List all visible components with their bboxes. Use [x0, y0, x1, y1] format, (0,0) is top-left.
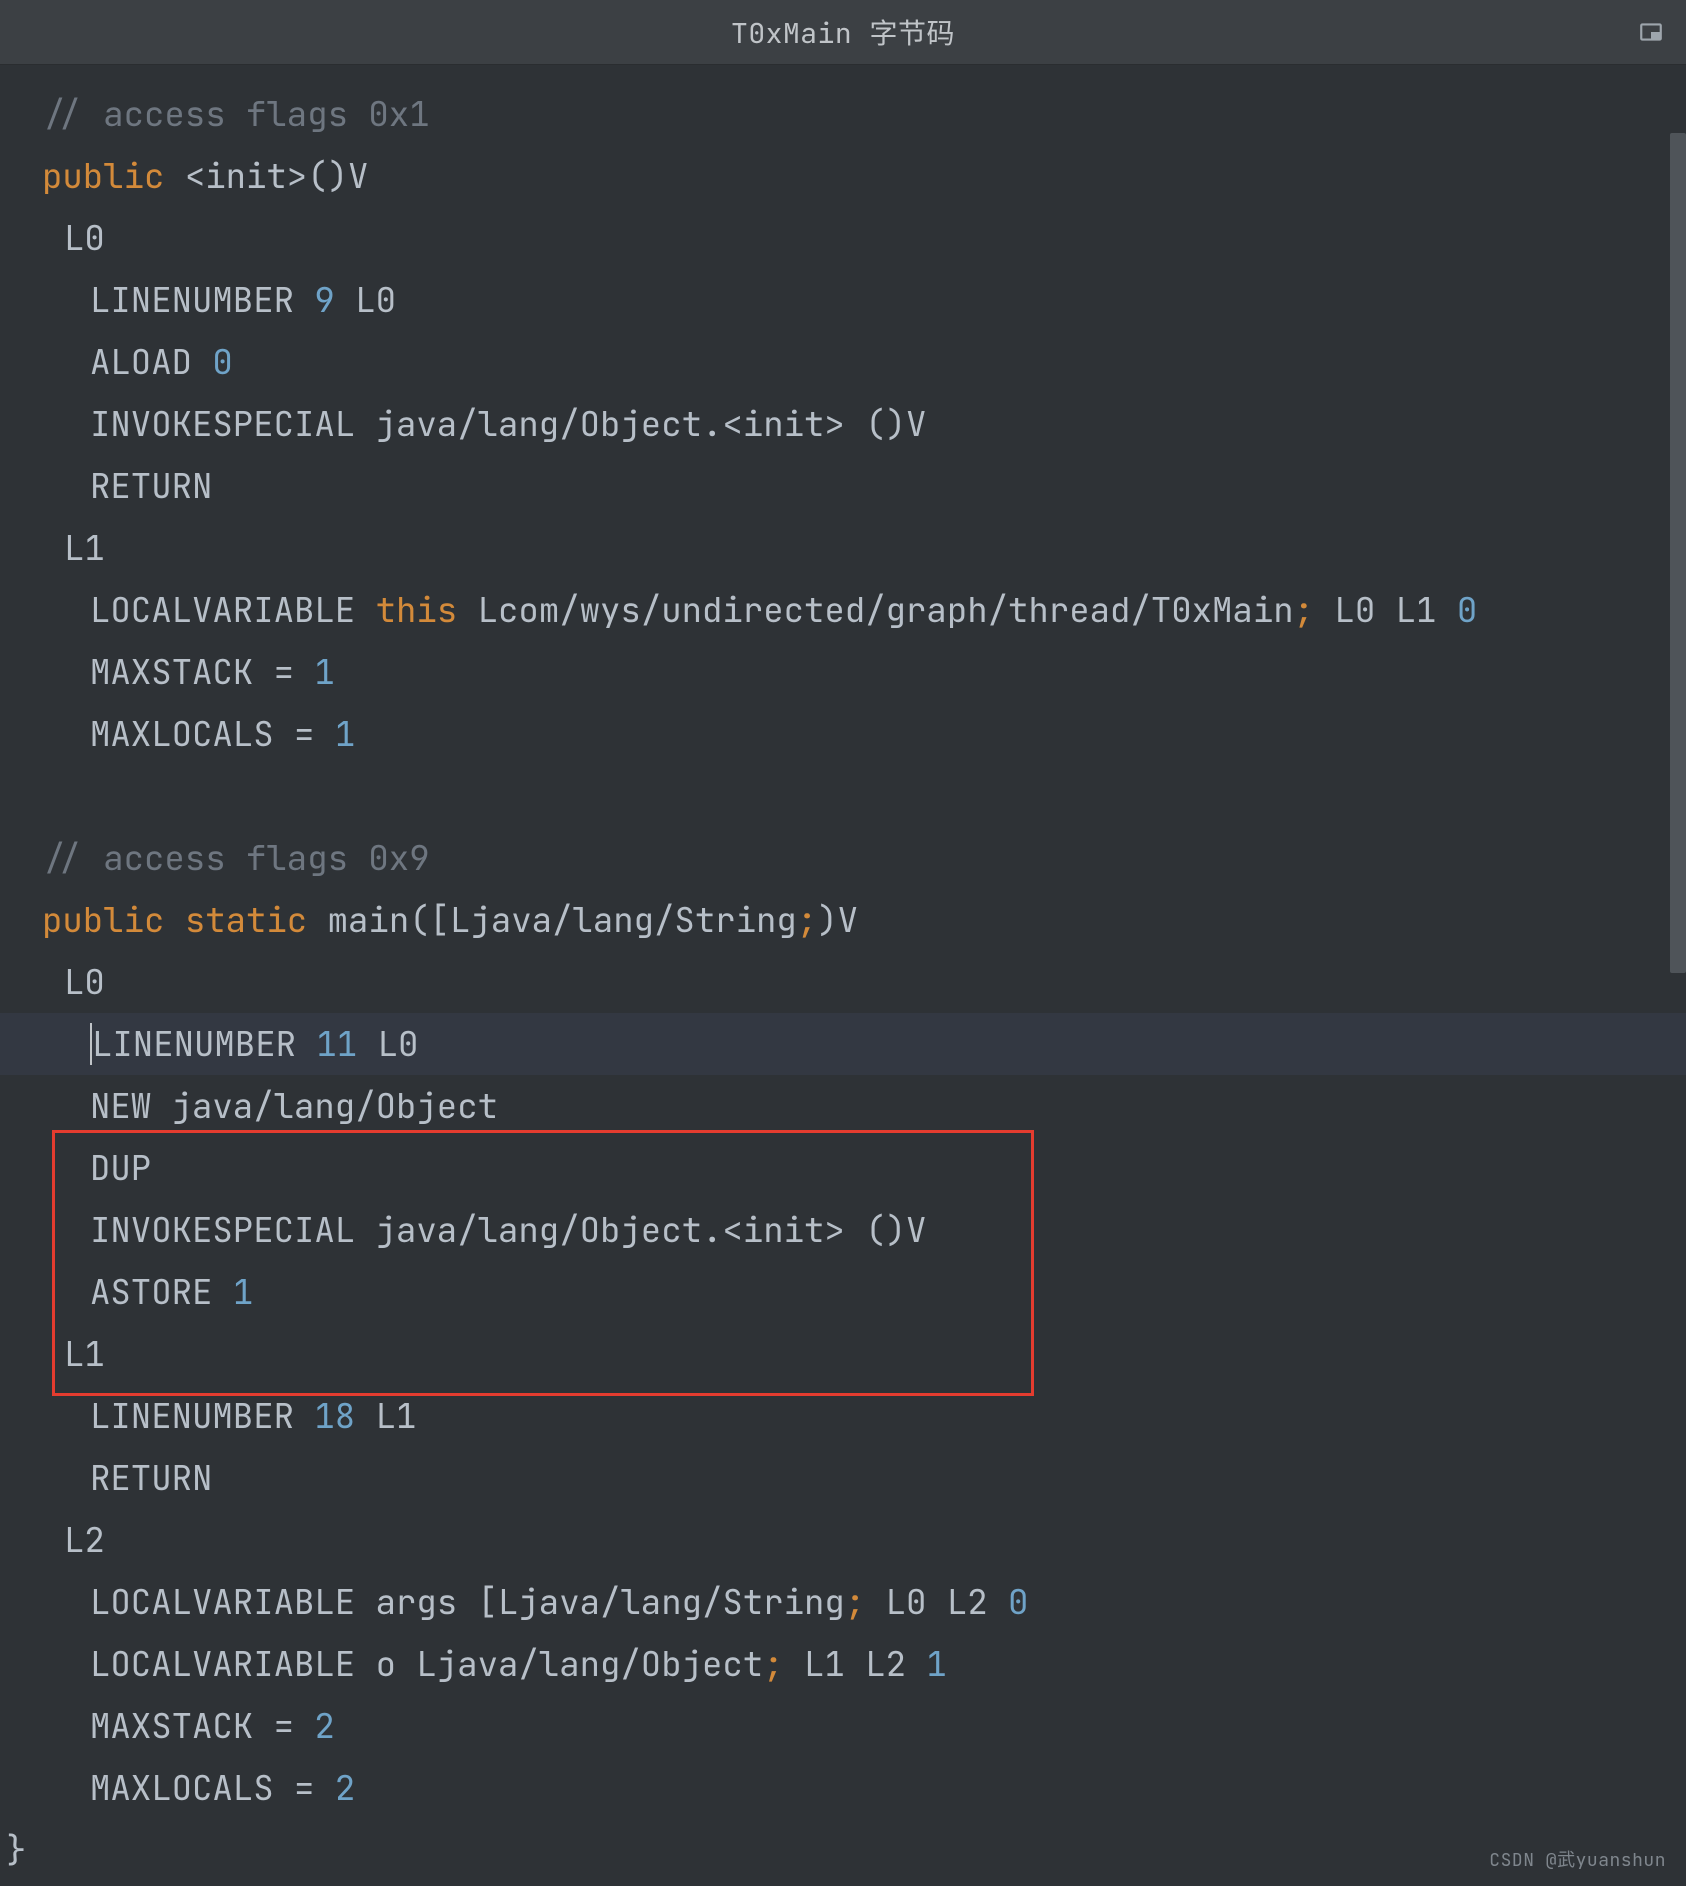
code-text: main([Ljava/lang/String	[328, 898, 797, 943]
code-line: LOCALVARIABLE this Lcom/wys/undirected/g…	[0, 579, 1686, 641]
code-line: RETURN	[0, 455, 1686, 517]
code-text: LINENUMBER	[92, 1022, 316, 1067]
code-editor[interactable]: // access flags 0x1 public <init>()V L0 …	[0, 65, 1686, 1886]
code-line: LOCALVARIABLE args [Ljava/lang/String; L…	[0, 1571, 1686, 1633]
code-line: ALOAD 0	[0, 331, 1686, 393]
code-text: LINENUMBER	[90, 278, 314, 323]
code-line: L1	[0, 1323, 1686, 1385]
code-line: MAXSTACK = 1	[0, 641, 1686, 703]
keyword: static	[185, 898, 328, 943]
keyword: public	[42, 898, 185, 943]
code-line: public <init>()V	[0, 145, 1686, 207]
number: 0	[1008, 1580, 1028, 1625]
code-text: )V	[817, 898, 858, 943]
code-text: MAXLOCALS =	[90, 712, 335, 757]
number: 1	[926, 1642, 946, 1687]
keyword: this	[376, 588, 458, 633]
label: L1	[64, 1332, 105, 1377]
code-text: L0	[357, 1022, 418, 1067]
code-line: // access flags 0x1	[0, 83, 1686, 145]
titlebar: T0xMain 字节码	[0, 0, 1686, 65]
code-line: L0	[0, 951, 1686, 1013]
panel-toggle-icon[interactable]	[1638, 19, 1664, 45]
code-text: RETURN	[90, 1456, 212, 1501]
code-line: L0	[0, 207, 1686, 269]
number: 18	[314, 1394, 355, 1439]
code-text: L1 L2	[784, 1642, 927, 1687]
code-text: INVOKESPECIAL java/lang/Object.<init> ()…	[90, 1208, 926, 1253]
code-text: <init>()V	[185, 154, 369, 199]
code-text: INVOKESPECIAL java/lang/Object.<init> ()…	[90, 402, 926, 447]
code-body: // access flags 0x1 public <init>()V L0 …	[0, 65, 1686, 1881]
code-text: ALOAD	[90, 340, 212, 385]
number: 11	[316, 1022, 357, 1067]
code-line: MAXLOCALS = 1	[0, 703, 1686, 765]
brace: }	[6, 1828, 26, 1873]
code-text: MAXSTACK =	[90, 1704, 314, 1749]
watermark-text: CSDN @武yuanshun	[1489, 1846, 1666, 1872]
code-line: LINENUMBER 9 L0	[0, 269, 1686, 331]
code-text: DUP	[90, 1146, 151, 1191]
code-line: }	[0, 1819, 1686, 1881]
code-line: DUP	[0, 1137, 1686, 1199]
punct: ;	[763, 1642, 783, 1687]
number: 9	[314, 278, 334, 323]
scrollbar-thumb[interactable]	[1670, 133, 1686, 973]
code-line: LINENUMBER 18 L1	[0, 1385, 1686, 1447]
number: 0	[212, 340, 232, 385]
code-line: LOCALVARIABLE o Ljava/lang/Object; L1 L2…	[0, 1633, 1686, 1695]
code-text: LOCALVARIABLE args [Ljava/lang/String	[90, 1580, 845, 1625]
label: L1	[64, 526, 105, 571]
code-text: Lcom/wys/undirected/graph/thread/T0xMain	[457, 588, 1293, 633]
code-text: LINENUMBER	[90, 1394, 314, 1439]
window-title: T0xMain 字节码	[731, 12, 955, 52]
number: 1	[335, 712, 355, 757]
label: L0	[64, 960, 105, 1005]
code-line: ASTORE 1	[0, 1261, 1686, 1323]
code-line: // access flags 0x9	[0, 827, 1686, 889]
number: 2	[314, 1704, 334, 1749]
code-text: L0 L1	[1314, 588, 1457, 633]
code-line: NEW java/lang/Object	[0, 1075, 1686, 1137]
code-line: INVOKESPECIAL java/lang/Object.<init> ()…	[0, 393, 1686, 455]
code-line: MAXLOCALS = 2	[0, 1757, 1686, 1819]
code-line: L2	[0, 1509, 1686, 1571]
number: 2	[335, 1766, 355, 1811]
code-text: MAXSTACK =	[90, 650, 314, 695]
label: L0	[64, 216, 105, 261]
code-line: RETURN	[0, 1447, 1686, 1509]
number: 1	[233, 1270, 253, 1315]
number: 0	[1457, 588, 1477, 633]
code-text: L0	[335, 278, 396, 323]
code-text: MAXLOCALS =	[90, 1766, 335, 1811]
code-text: L0 L2	[865, 1580, 1008, 1625]
scrollbar-vertical[interactable]	[1670, 65, 1686, 1886]
comment-text: // access flags 0x1	[42, 92, 430, 137]
bytecode-viewer-window: T0xMain 字节码 // access flags 0x1 public <…	[0, 0, 1686, 1886]
keyword: public	[42, 154, 185, 199]
code-line: INVOKESPECIAL java/lang/Object.<init> ()…	[0, 1199, 1686, 1261]
comment-text: // access flags 0x9	[42, 836, 430, 881]
code-line	[0, 765, 1686, 827]
punct: ;	[797, 898, 817, 943]
code-text: NEW java/lang/Object	[90, 1084, 498, 1129]
code-line: MAXSTACK = 2	[0, 1695, 1686, 1757]
code-text: L1	[355, 1394, 416, 1439]
code-text: ASTORE	[90, 1270, 233, 1315]
number: 1	[314, 650, 334, 695]
code-line: public static main([Ljava/lang/String;)V	[0, 889, 1686, 951]
label: L2	[64, 1518, 105, 1563]
code-line-current: LINENUMBER 11 L0	[0, 1013, 1686, 1075]
code-text: LOCALVARIABLE	[90, 588, 376, 633]
code-text: RETURN	[90, 464, 212, 509]
punct: ;	[1294, 588, 1314, 633]
punct: ;	[845, 1580, 865, 1625]
code-line: L1	[0, 517, 1686, 579]
code-text: LOCALVARIABLE o Ljava/lang/Object	[90, 1642, 763, 1687]
